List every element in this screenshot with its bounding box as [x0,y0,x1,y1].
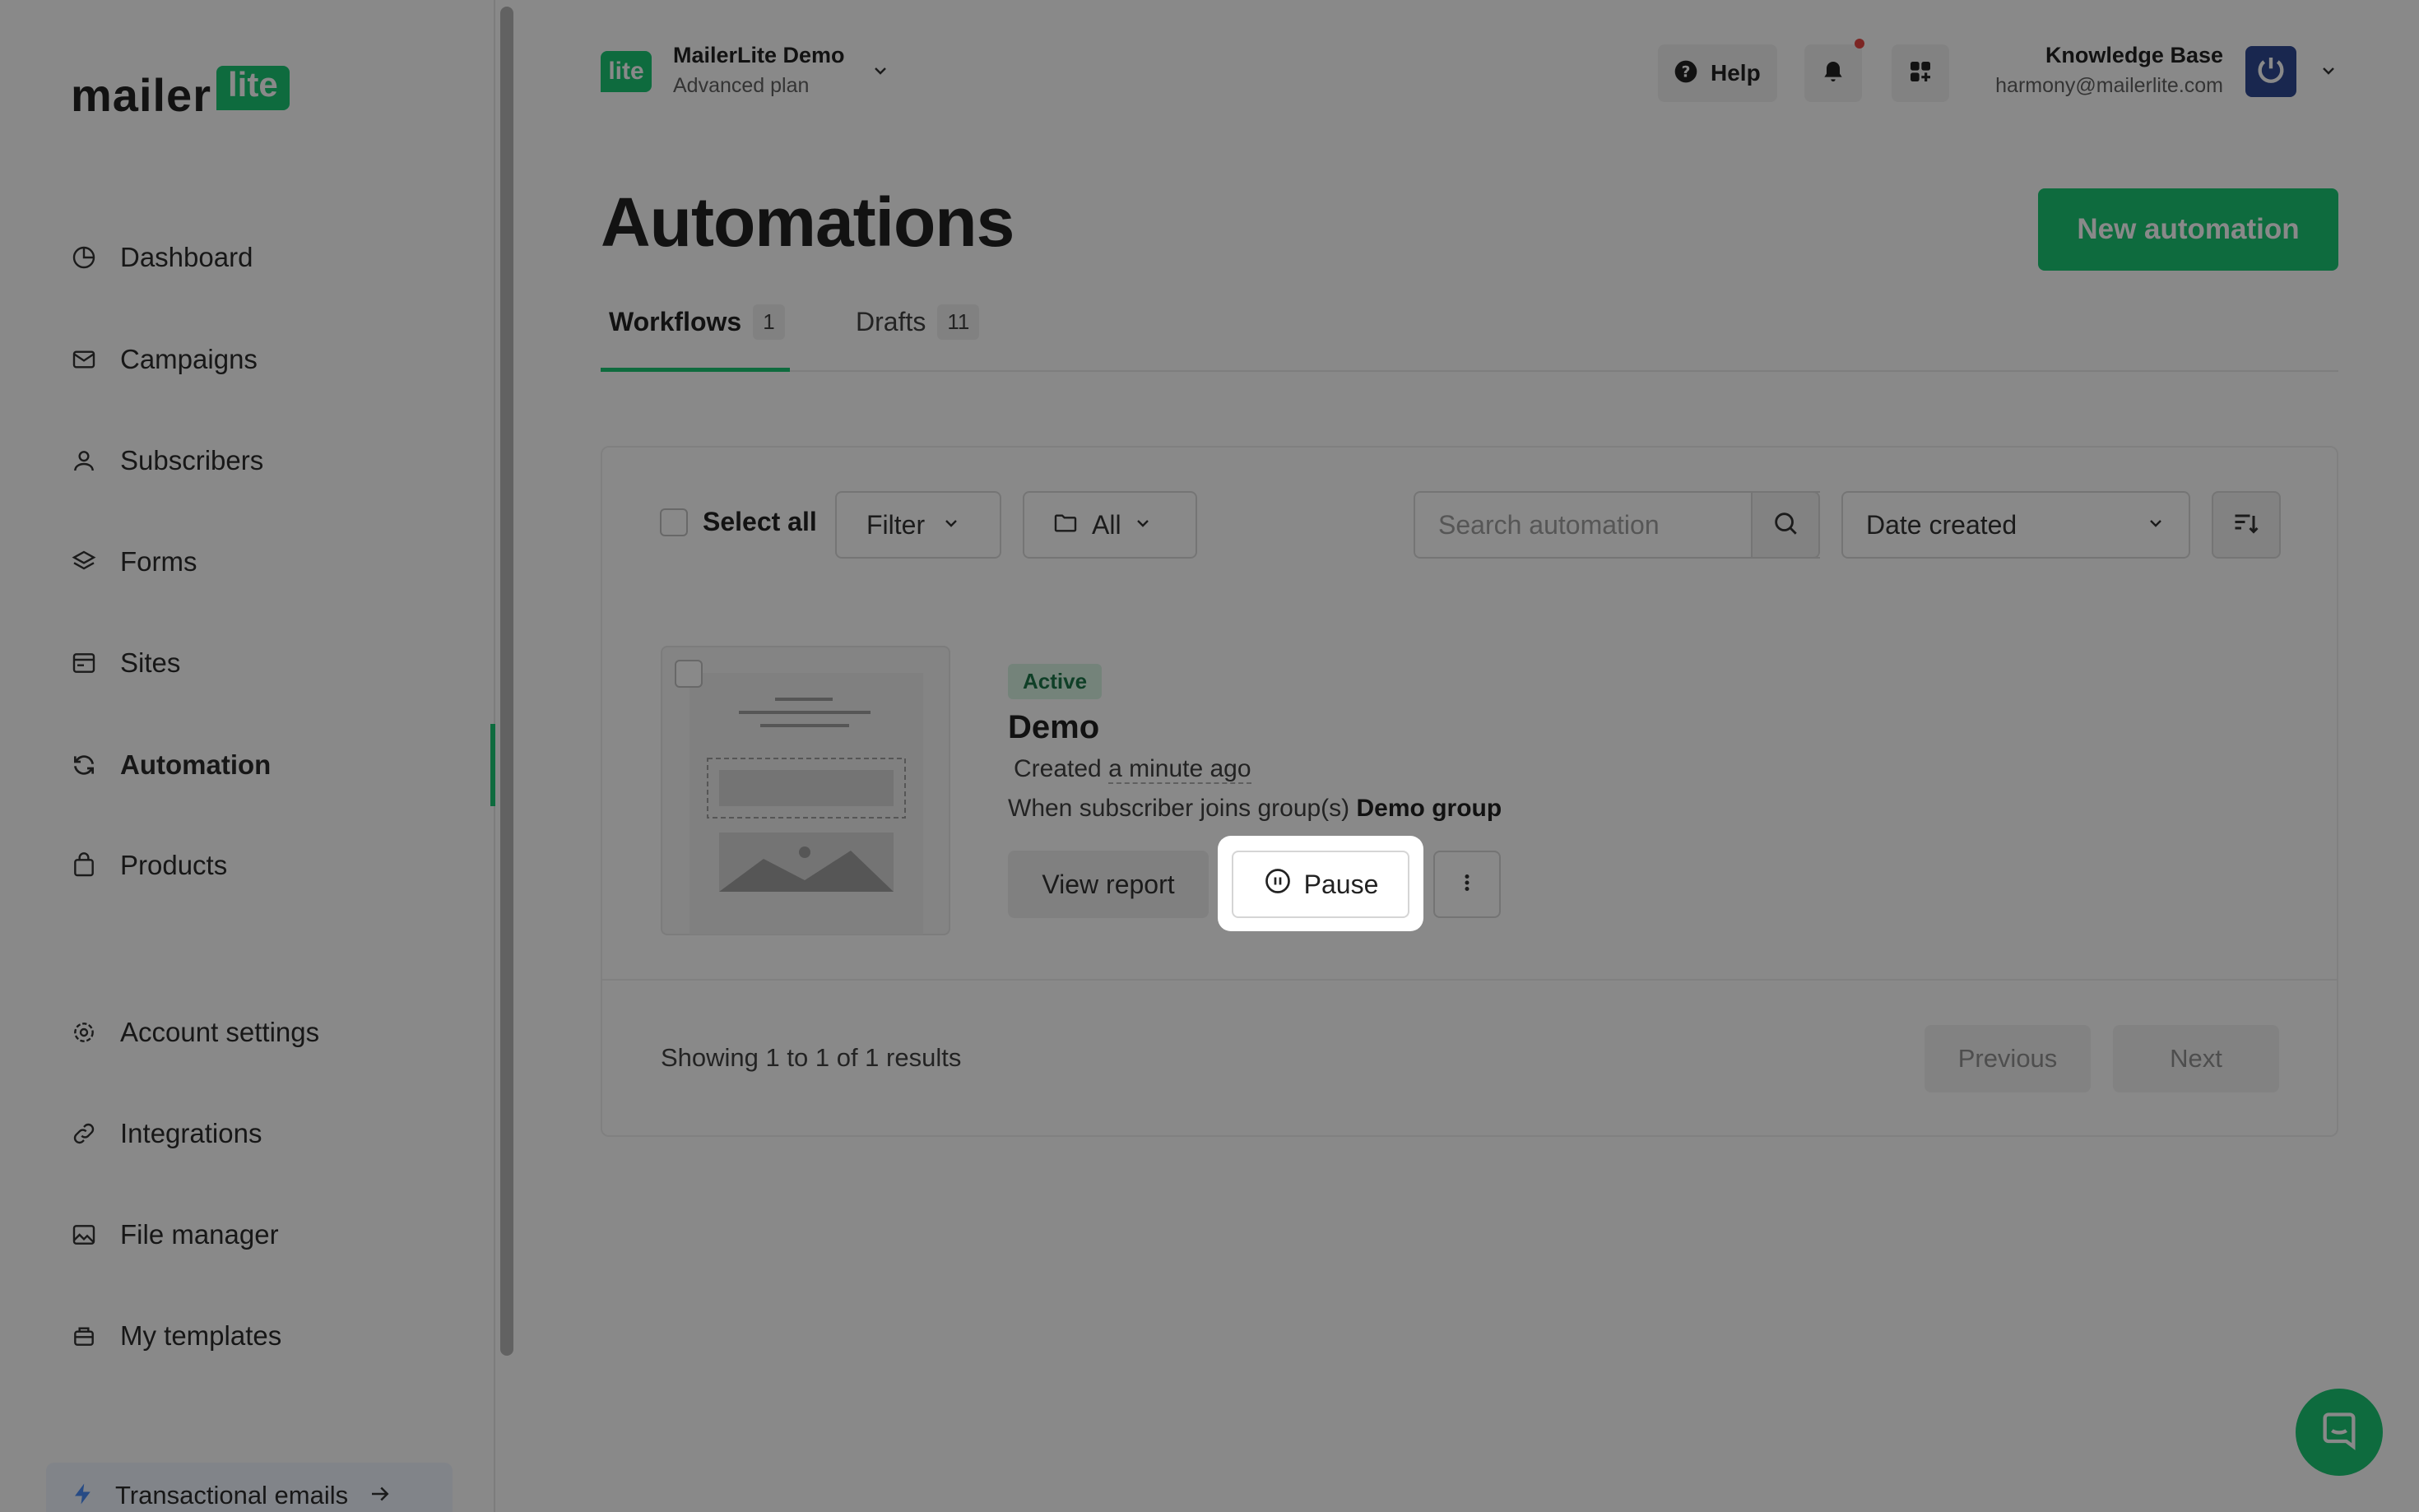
link-icon [69,1119,99,1148]
select-all[interactable]: Select all [660,507,817,537]
help-button[interactable]: ? Help [1658,44,1777,102]
folder-dropdown[interactable]: All [1023,491,1197,559]
more-vertical-icon [1455,870,1479,899]
thumbnail-preview [689,673,923,935]
arrow-right-icon [366,1482,394,1510]
sidebar-item-integrations[interactable]: Integrations [69,1109,262,1158]
workflow-created: Created a minute ago [1014,755,1251,784]
envelope-icon [69,345,99,374]
notification-dot [1855,39,1864,49]
chevron-down-icon [1133,513,1153,537]
trigger-group: Demo group [1356,795,1502,822]
sidebar-item-products[interactable]: Products [69,841,227,890]
sidebar-item-file-manager[interactable]: File manager [69,1210,279,1259]
sidebar-item-forms[interactable]: Forms [69,537,197,587]
next-button[interactable]: Next [2113,1025,2279,1092]
results-summary: Showing 1 to 1 of 1 results [661,1043,962,1072]
more-options-button[interactable] [1433,851,1501,918]
user-email: harmony@mailerlite.com [1995,74,2223,97]
apps-grid-icon [1907,58,1934,89]
chevron-down-icon[interactable] [871,61,890,85]
tab-count-badge: 11 [937,304,980,340]
mailerlite-logo[interactable]: mailer lite [71,66,290,118]
search-icon [1771,509,1799,541]
avatar[interactable] [2245,46,2296,97]
select-all-checkbox[interactable] [660,508,688,536]
refresh-icon [69,750,99,780]
tabs-divider [601,370,2338,372]
sidebar: mailer lite Dashboard Campaigns Subscrib… [0,0,495,1512]
chat-button[interactable] [2296,1389,2383,1476]
bell-icon [1820,58,1846,89]
account-name[interactable]: MailerLite Demo [673,43,845,68]
created-time: a minute ago [1108,755,1251,784]
chevron-down-icon[interactable] [2319,61,2338,85]
question-circle-icon: ? [1673,58,1699,89]
active-tab-underline [601,368,790,372]
power-icon [2254,53,2287,90]
layers-icon [69,547,99,577]
sort-order-button[interactable] [2212,491,2281,559]
svg-text:?: ? [1682,63,1691,81]
chart-pie-icon [69,243,99,272]
chevron-down-icon [2146,513,2166,537]
sort-icon [2231,508,2261,542]
new-automation-button[interactable]: New automation [2038,188,2338,271]
view-report-button[interactable]: View report [1008,851,1209,918]
workflow-name[interactable]: Demo [1008,709,1099,746]
tab-drafts[interactable]: Drafts 11 [856,304,980,340]
previous-button[interactable]: Previous [1925,1025,2091,1092]
shopping-bag-icon [69,851,99,880]
gear-icon [69,1018,99,1047]
sidebar-item-sites[interactable]: Sites [69,638,180,688]
tab-workflows[interactable]: Workflows 1 [609,304,785,340]
account-logo: lite [601,51,652,92]
chevron-down-icon [941,513,961,537]
workflow-checkbox[interactable] [675,660,703,688]
page-title: Automations [601,183,1014,261]
apps-button[interactable] [1892,44,1949,102]
sidebar-item-account-settings[interactable]: Account settings [69,1008,319,1057]
sidebar-item-subscribers[interactable]: Subscribers [69,436,263,485]
status-badge: Active [1008,664,1103,699]
sort-dropdown[interactable]: Date created [1841,491,2190,559]
image-icon [69,1220,99,1250]
user-icon [69,446,99,475]
account-plan: Advanced plan [673,74,810,97]
sidebar-item-dashboard[interactable]: Dashboard [69,233,253,282]
briefcase-icon [69,1321,99,1351]
filter-dropdown[interactable]: Filter [835,491,1001,559]
notifications-button[interactable] [1804,44,1862,102]
browser-icon [69,648,99,678]
lightning-icon [71,1482,95,1510]
pause-button[interactable]: Pause [1232,851,1409,918]
workflow-trigger: When subscriber joins group(s) Demo grou… [1008,795,1502,822]
card-divider [602,979,2337,981]
user-name[interactable]: Knowledge Base [2045,43,2223,68]
tab-count-badge: 1 [753,304,785,340]
chat-icon [2318,1409,2361,1456]
sidebar-item-campaigns[interactable]: Campaigns [69,335,258,384]
transactional-emails-banner[interactable]: Transactional emails [46,1463,453,1512]
folder-icon [1052,510,1079,540]
sidebar-scrollbar[interactable] [500,7,513,1356]
sidebar-item-automation[interactable]: Automation [69,740,271,790]
pause-circle-icon [1263,866,1293,902]
sidebar-item-my-templates[interactable]: My templates [69,1311,281,1361]
search-button[interactable] [1751,491,1820,559]
active-nav-indicator [490,724,495,806]
